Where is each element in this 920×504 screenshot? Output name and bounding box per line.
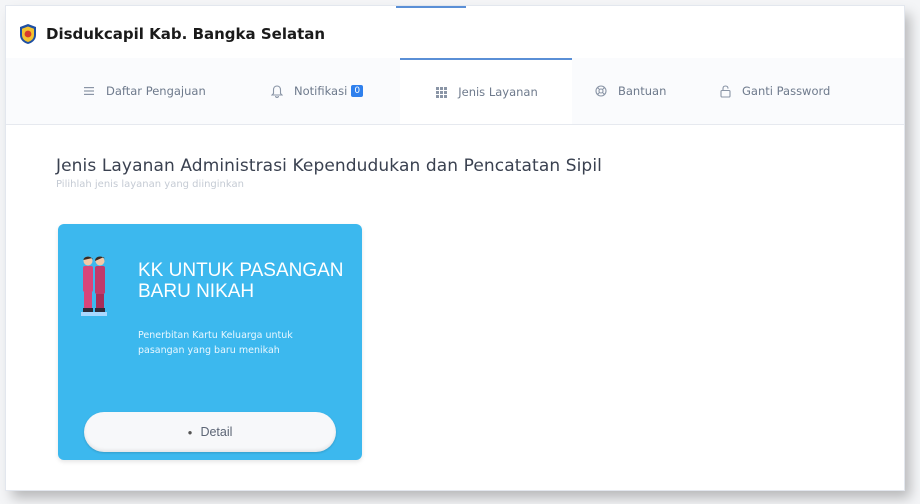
page-header: Jenis Layanan Administrasi Kependudukan … bbox=[56, 156, 602, 190]
nav-ganti-password[interactable]: Ganti Password bbox=[718, 58, 830, 124]
app-logo-icon bbox=[18, 23, 38, 45]
nav-label: Ganti Password bbox=[742, 84, 831, 98]
nav-label: Jenis Layanan bbox=[458, 85, 538, 99]
page-title: Jenis Layanan Administrasi Kependudukan … bbox=[56, 156, 602, 176]
card-description: Penerbitan Kartu Keluarga untuk pasangan… bbox=[138, 330, 293, 356]
title-bar: Disdukcapil Kab. Bangka Selatan bbox=[6, 16, 904, 52]
grid-icon bbox=[434, 85, 448, 99]
app-window: Disdukcapil Kab. Bangka Selatan Daftar P… bbox=[6, 6, 904, 490]
top-accent-bar bbox=[396, 6, 466, 8]
bell-icon bbox=[270, 84, 284, 98]
nav-label: Daftar Pengajuan bbox=[106, 84, 206, 98]
lock-icon bbox=[718, 84, 732, 98]
detail-button[interactable]: ● Detail bbox=[84, 412, 336, 452]
nav-daftar-pengajuan[interactable]: Daftar Pengajuan bbox=[82, 58, 206, 124]
nav-bantuan[interactable]: Bantuan bbox=[594, 58, 666, 124]
service-card-kk-pasangan-baru[interactable]: KK UNTUK PASANGAN BARU NIKAH Penerbitan … bbox=[58, 224, 362, 460]
nav-label: Bantuan bbox=[618, 84, 667, 98]
card-title: KK UNTUK PASANGAN BARU NIKAH bbox=[138, 260, 344, 302]
main-nav: Daftar Pengajuan Notifikasi 0 Jenis Laya… bbox=[6, 58, 904, 125]
page-subtitle: Pilihlah jenis layanan yang diinginkan bbox=[56, 179, 244, 190]
detail-button-label: Detail bbox=[200, 425, 233, 439]
couple-icon bbox=[80, 254, 108, 320]
nav-jenis-layanan[interactable]: Jenis Layanan bbox=[400, 58, 572, 124]
notification-badge: 0 bbox=[351, 85, 364, 97]
app-title: Disdukcapil Kab. Bangka Selatan bbox=[46, 25, 326, 43]
list-icon bbox=[82, 84, 96, 98]
nav-notifikasi[interactable]: Notifikasi 0 bbox=[270, 58, 364, 124]
eye-icon: ● bbox=[187, 427, 193, 437]
help-icon bbox=[594, 84, 608, 98]
nav-label: Notifikasi bbox=[294, 84, 348, 98]
